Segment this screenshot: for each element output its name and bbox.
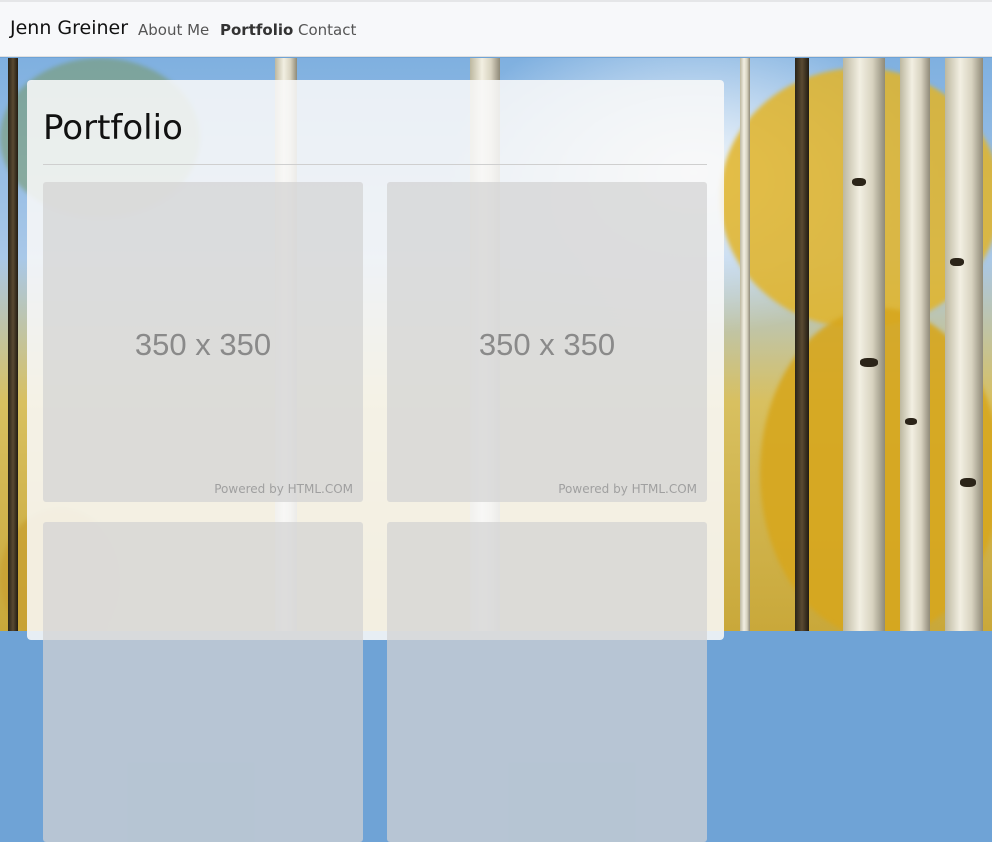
portfolio-tile[interactable] <box>387 522 707 842</box>
portfolio-tile[interactable] <box>43 522 363 842</box>
nav-link-portfolio[interactable]: Portfolio <box>220 21 293 39</box>
placeholder-dimensions: 350 x 350 <box>478 327 616 362</box>
nav-link-contact[interactable]: Contact <box>298 21 356 39</box>
placeholder-credit: Powered by HTML.COM <box>214 482 353 496</box>
title-divider <box>43 164 707 165</box>
page-title: Portfolio <box>43 108 183 148</box>
nav-link-about-me[interactable]: About Me <box>138 21 209 39</box>
placeholder-credit: Powered by HTML.COM <box>558 482 697 496</box>
portfolio-tile[interactable]: 350 x 350 Powered by HTML.COM <box>387 182 707 502</box>
placeholder-dimensions: 350 x 350 <box>134 327 272 362</box>
top-navbar: Jenn Greiner About Me Portfolio Contact <box>0 0 992 57</box>
brand-link[interactable]: Jenn Greiner <box>10 17 128 39</box>
portfolio-tile[interactable]: 350 x 350 Powered by HTML.COM <box>43 182 363 502</box>
portfolio-panel: Portfolio 350 x 350 Powered by HTML.COM … <box>27 80 724 842</box>
